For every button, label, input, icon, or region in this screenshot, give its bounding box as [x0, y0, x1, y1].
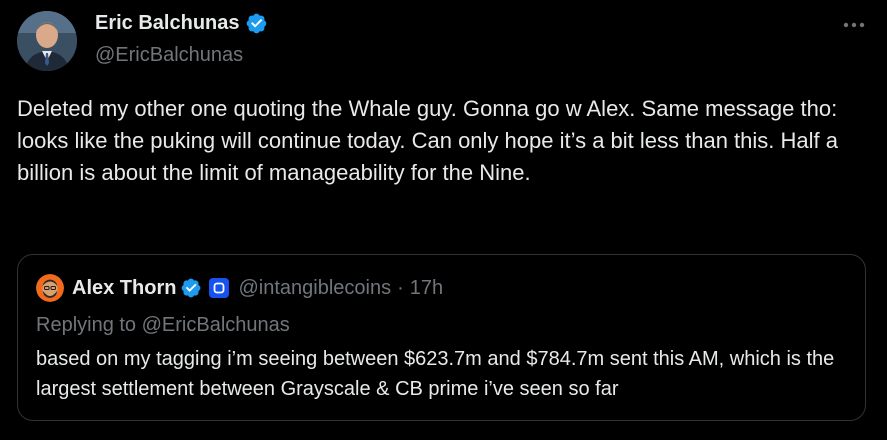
quoted-tweet-timestamp[interactable]: 17h: [410, 277, 443, 300]
affiliate-badge-icon[interactable]: [209, 278, 230, 298]
quoted-author-avatar[interactable]: [36, 274, 64, 302]
quoted-author-name[interactable]: Alex Thorn: [72, 277, 176, 300]
more-options-button[interactable]: [838, 13, 870, 37]
verified-badge-icon[interactable]: [245, 12, 268, 35]
profile-photo: [17, 11, 77, 71]
tweet-text: Deleted my other one quoting the Whale g…: [17, 96, 838, 185]
quoted-tweet-header: Alex Thorn @intangiblecoins · 17h: [36, 274, 443, 302]
tweet: Eric Balchunas @EricBalchunas Deleted my…: [0, 0, 887, 440]
more-horizontal-icon: [843, 22, 865, 28]
quoted-tweet-card[interactable]: Alex Thorn @intangiblecoins · 17h Replyi…: [17, 254, 866, 421]
quoted-author-handle[interactable]: @intangiblecoins: [238, 277, 391, 300]
coinbase-logo-icon: [214, 282, 225, 294]
replying-to-label: Replying to @EricBalchunas: [36, 314, 290, 336]
author-name-text: Eric Balchunas: [95, 12, 240, 34]
quoted-tweet-text: based on my tagging i’m seeing between $…: [36, 348, 835, 400]
author-avatar[interactable]: [17, 11, 77, 71]
quoted-verified-badge-icon[interactable]: [180, 277, 202, 299]
dot-separator: ·: [397, 276, 404, 299]
quoted-author-avatar-image: [36, 274, 64, 302]
author-name[interactable]: Eric Balchunas: [95, 12, 268, 35]
author-handle[interactable]: @EricBalchunas: [95, 44, 243, 67]
